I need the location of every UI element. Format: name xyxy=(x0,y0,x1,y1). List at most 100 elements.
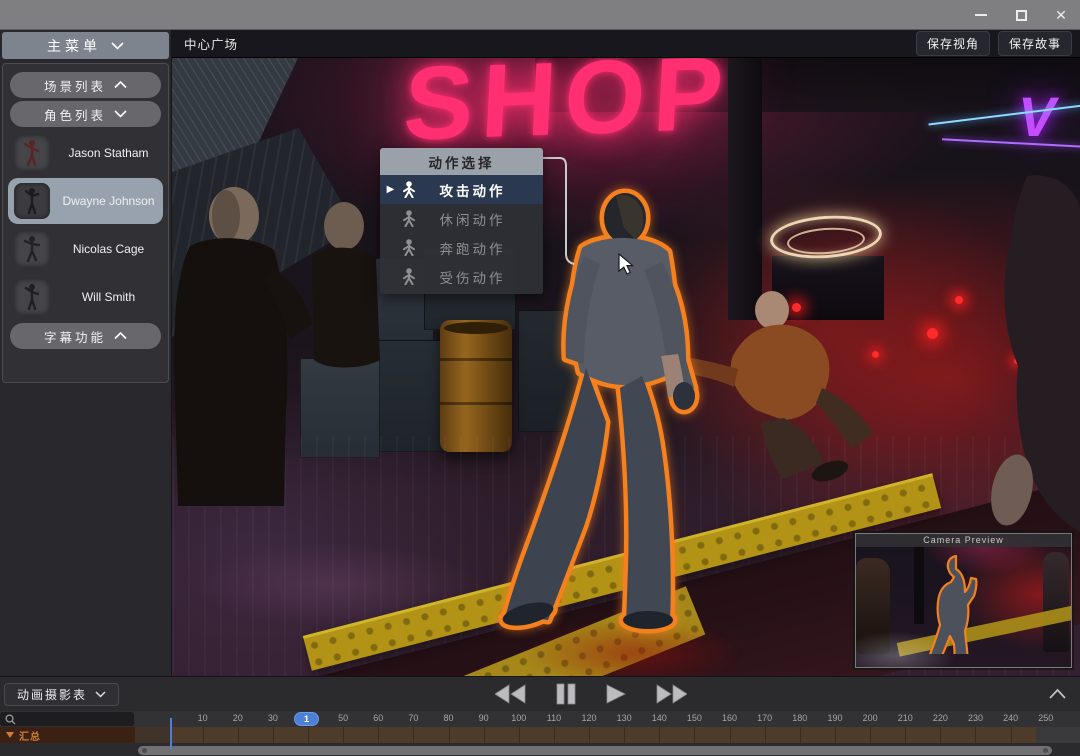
frame-ruler[interactable]: 1 10203040506070809010011012013014015016… xyxy=(135,711,1080,727)
ruler-tick-label: 240 xyxy=(1003,713,1018,723)
ruler-tick-label: 200 xyxy=(863,713,878,723)
subtitle-section-button[interactable]: 字幕功能 xyxy=(10,323,161,349)
chevron-down-icon xyxy=(95,691,106,698)
dopesheet-search-input[interactable] xyxy=(0,712,134,726)
summary-channel[interactable]: 汇总 xyxy=(0,727,135,743)
action-item-hurt[interactable]: ▶ 受伤动作 xyxy=(380,262,543,291)
character-figure-icon xyxy=(22,139,42,167)
red-light xyxy=(872,351,879,358)
summary-label: 汇总 xyxy=(19,728,41,743)
action-item-label: 休闲动作 xyxy=(416,209,543,229)
ruler-tick-label: 220 xyxy=(933,713,948,723)
ruler-tick-label: 140 xyxy=(652,713,667,723)
glowing-screen xyxy=(570,290,604,312)
character-figure-icon xyxy=(22,187,42,215)
editor-type-label: 动画摄影表 xyxy=(17,686,87,703)
character-item-will-smith[interactable]: Will Smith xyxy=(8,274,163,320)
character-item-jason-statham[interactable]: Jason Statham xyxy=(8,130,163,176)
summary-row: 汇总 xyxy=(0,727,1080,743)
character-name: Nicolas Cage xyxy=(60,242,157,256)
red-light xyxy=(955,296,963,304)
viewport-header: 中心广场 保存视角 保存故事 xyxy=(172,30,1080,58)
maximize-button[interactable] xyxy=(1008,4,1034,26)
action-item-label: 奔跑动作 xyxy=(416,238,543,258)
character-item-dwayne-johnson[interactable]: Dwayne Johnson xyxy=(8,178,163,224)
ruler-row: 1 10203040506070809010011012013014015016… xyxy=(0,711,1080,727)
menu-leader-line xyxy=(543,158,574,264)
action-item-label: 攻击动作 xyxy=(416,180,543,200)
character-name: Will Smith xyxy=(60,290,157,304)
machine xyxy=(772,256,884,320)
ruler-tick-label: 110 xyxy=(547,713,561,723)
collapse-timeline-button[interactable] xyxy=(1044,682,1070,706)
ruler-tick-label: 50 xyxy=(338,713,348,723)
character-list-label: 角色列表 xyxy=(44,105,106,124)
editor-type-dropdown[interactable]: 动画摄影表 xyxy=(4,683,119,706)
chevron-down-icon xyxy=(114,110,127,118)
fast-forward-button[interactable] xyxy=(656,684,687,704)
action-item-run[interactable]: ▶ 奔跑动作 xyxy=(380,233,543,262)
transport-row: 动画摄影表 xyxy=(0,677,1080,711)
save-view-button[interactable]: 保存视角 xyxy=(916,31,990,56)
play-button[interactable] xyxy=(606,684,626,704)
ruler-tick-label: 60 xyxy=(373,713,383,723)
active-item-play-icon: ▶ xyxy=(384,184,400,195)
pillar xyxy=(728,58,762,320)
ruler-tick-label: 120 xyxy=(582,713,597,723)
scene-list-section-button[interactable]: 场景列表 xyxy=(10,72,161,98)
scrollbar-thumb[interactable] xyxy=(138,746,1052,755)
chevron-up-icon xyxy=(1049,689,1066,699)
ruler-tick-label: 80 xyxy=(444,713,454,723)
character-name: Dwayne Johnson xyxy=(60,194,157,208)
playhead[interactable] xyxy=(170,718,172,750)
action-item-attack[interactable]: ▶ 攻击动作 xyxy=(380,175,543,204)
app-window: ✕ 主菜单 场景列表 角色列表 Jason Statham xyxy=(0,0,1080,756)
person-icon xyxy=(402,239,416,256)
timeline-panel: 动画摄影表 xyxy=(0,676,1080,756)
summary-track[interactable] xyxy=(135,727,1080,743)
action-menu-title: 动作选择 xyxy=(380,148,543,175)
neon-v-sign: V xyxy=(1018,84,1055,149)
ruler-tick-label: 150 xyxy=(687,713,702,723)
main-menu-button[interactable]: 主菜单 xyxy=(2,32,169,59)
camera-preview-image xyxy=(856,534,1071,667)
character-thumbnail xyxy=(14,231,50,267)
character-item-nicolas-cage[interactable]: Nicolas Cage xyxy=(8,226,163,272)
current-frame-indicator[interactable]: 1 xyxy=(294,712,319,726)
timeline-scrollbar xyxy=(0,743,1080,756)
ruler-tick-label: 170 xyxy=(757,713,772,723)
pause-button[interactable] xyxy=(556,683,576,705)
ruler-tick-label: 180 xyxy=(792,713,807,723)
mouse-cursor-icon xyxy=(619,254,633,274)
minimize-icon xyxy=(975,14,987,16)
character-thumbnail xyxy=(14,135,50,171)
minimize-button[interactable] xyxy=(968,4,994,26)
ruler-tick-label: 10 xyxy=(198,713,208,723)
search-icon xyxy=(5,714,16,725)
ruler-tick-label: 130 xyxy=(617,713,632,723)
person-icon xyxy=(402,210,416,227)
ruler-tick-label: 100 xyxy=(511,713,526,723)
action-item-idle[interactable]: ▶ 休闲动作 xyxy=(380,204,543,233)
scene-title: 中心广场 xyxy=(184,34,238,53)
playback-controls xyxy=(495,677,687,711)
character-thumbnail xyxy=(14,183,50,219)
titlebar[interactable]: ✕ xyxy=(0,0,1080,30)
ruler-tick-label: 250 xyxy=(1038,713,1053,723)
chevron-down-icon xyxy=(111,42,124,50)
camera-preview-title: Camera Preview xyxy=(856,534,1071,547)
rewind-button[interactable] xyxy=(495,684,526,704)
character-list-section-button[interactable]: 角色列表 xyxy=(10,101,161,127)
ruler-tick-label: 210 xyxy=(898,713,913,723)
subtitle-label: 字幕功能 xyxy=(44,327,106,346)
close-button[interactable]: ✕ xyxy=(1048,4,1074,26)
action-item-label: 受伤动作 xyxy=(416,267,543,287)
character-name: Jason Statham xyxy=(60,146,157,160)
character-figure-icon xyxy=(22,283,42,311)
action-selection-menu: 动作选择 ▶ 攻击动作 ▶ 休闲动作 ▶ 奔跑动作 ▶ xyxy=(380,148,543,294)
ruler-tick-label: 230 xyxy=(968,713,983,723)
save-story-button[interactable]: 保存故事 xyxy=(998,31,1072,56)
person-icon xyxy=(402,268,416,285)
glowing-screen xyxy=(610,287,650,312)
preview-main-character xyxy=(856,534,1071,654)
